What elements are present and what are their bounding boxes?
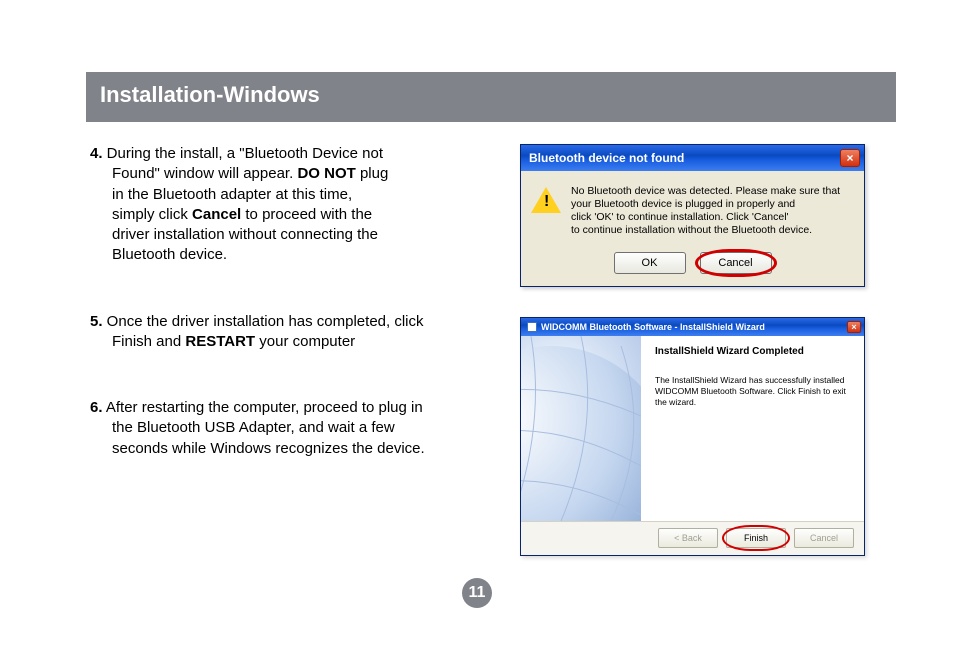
globe-image (521, 336, 641, 521)
step-text: seconds while Windows recognizes the dev… (112, 440, 425, 457)
close-icon[interactable]: × (840, 149, 860, 167)
dialog-heading: InstallShield Wizard Completed (655, 346, 852, 357)
dialog-body: ! No Bluetooth device was detected. Plea… (521, 171, 864, 246)
page-number: 11 (462, 578, 492, 608)
section-header: Installation-Windows (86, 72, 896, 122)
step-text: plug (356, 165, 389, 182)
dialog-bluetooth-not-found: Bluetooth device not found × ! No Blueto… (520, 144, 865, 287)
emphasis: DO NOT (297, 165, 355, 182)
page-number-value: 11 (469, 584, 486, 602)
dialog-message: No Bluetooth device was detected. Please… (571, 185, 841, 238)
step-text: simply click (112, 206, 192, 223)
step-text: After restarting the computer, proceed t… (103, 399, 423, 416)
dialog-titlebar: WIDCOMM Bluetooth Software - InstallShie… (521, 318, 864, 336)
step-6: 6. After restarting the computer, procee… (90, 398, 500, 459)
msg-line: to continue installation without the Blu… (571, 224, 812, 236)
cancel-button: Cancel (794, 528, 854, 548)
dialog-installshield: WIDCOMM Bluetooth Software - InstallShie… (520, 317, 865, 556)
warning-icon: ! (531, 187, 561, 217)
msg-line: click 'OK' to continue installation. Cli… (571, 211, 789, 223)
step-text: During the install, a "Bluetooth Device … (103, 145, 383, 162)
dialog-text: The InstallShield Wizard has successfull… (655, 375, 852, 408)
step-text: the Bluetooth USB Adapter, and wait a fe… (112, 419, 395, 436)
emphasis: Cancel (192, 206, 241, 223)
dialog-button-row: OK Cancel (521, 246, 864, 286)
dialog-content: InstallShield Wizard Completed The Insta… (641, 336, 864, 521)
dialog-title: Bluetooth device not found (529, 151, 684, 165)
left-column: 4. During the install, a "Bluetooth Devi… (90, 144, 500, 556)
step-text: driver installation without connecting t… (112, 226, 378, 243)
step-5: 5. Once the driver installation has comp… (90, 312, 500, 353)
step-text: in the Bluetooth adapter at this time, (112, 186, 352, 203)
step-text: Once the driver installation has complet… (103, 313, 424, 330)
emphasis: RESTART (185, 333, 255, 350)
close-icon[interactable]: × (847, 321, 861, 333)
step-number: 4. (90, 145, 103, 162)
cancel-button[interactable]: Cancel (700, 252, 772, 274)
step-number: 5. (90, 313, 103, 330)
step-text: your computer (255, 333, 355, 350)
msg-line: your Bluetooth device is plugged in prop… (571, 198, 795, 210)
step-text: Finish and (112, 333, 185, 350)
dialog-title: WIDCOMM Bluetooth Software - InstallShie… (541, 322, 765, 332)
dialog-title-group: WIDCOMM Bluetooth Software - InstallShie… (527, 322, 765, 332)
dialog-button-row: < Back Finish Cancel (521, 521, 864, 555)
step-4: 4. During the install, a "Bluetooth Devi… (90, 144, 500, 266)
dialog-main: InstallShield Wizard Completed The Insta… (521, 336, 864, 521)
dialog-titlebar: Bluetooth device not found × (521, 145, 864, 171)
ok-button[interactable]: OK (614, 252, 686, 274)
step-text: Bluetooth device. (112, 246, 227, 263)
finish-button[interactable]: Finish (726, 528, 786, 548)
step-number: 6. (90, 399, 103, 416)
app-icon (527, 322, 537, 332)
section-title: Installation-Windows (100, 82, 320, 107)
step-text: Found" window will appear. (112, 165, 297, 182)
step-text: to proceed with the (241, 206, 372, 223)
content-columns: 4. During the install, a "Bluetooth Devi… (90, 144, 884, 556)
msg-line: No Bluetooth device was detected. Please… (571, 185, 840, 197)
right-column: Bluetooth device not found × ! No Blueto… (520, 144, 884, 556)
back-button: < Back (658, 528, 718, 548)
document-page: Installation-Windows 4. During the insta… (0, 0, 954, 664)
